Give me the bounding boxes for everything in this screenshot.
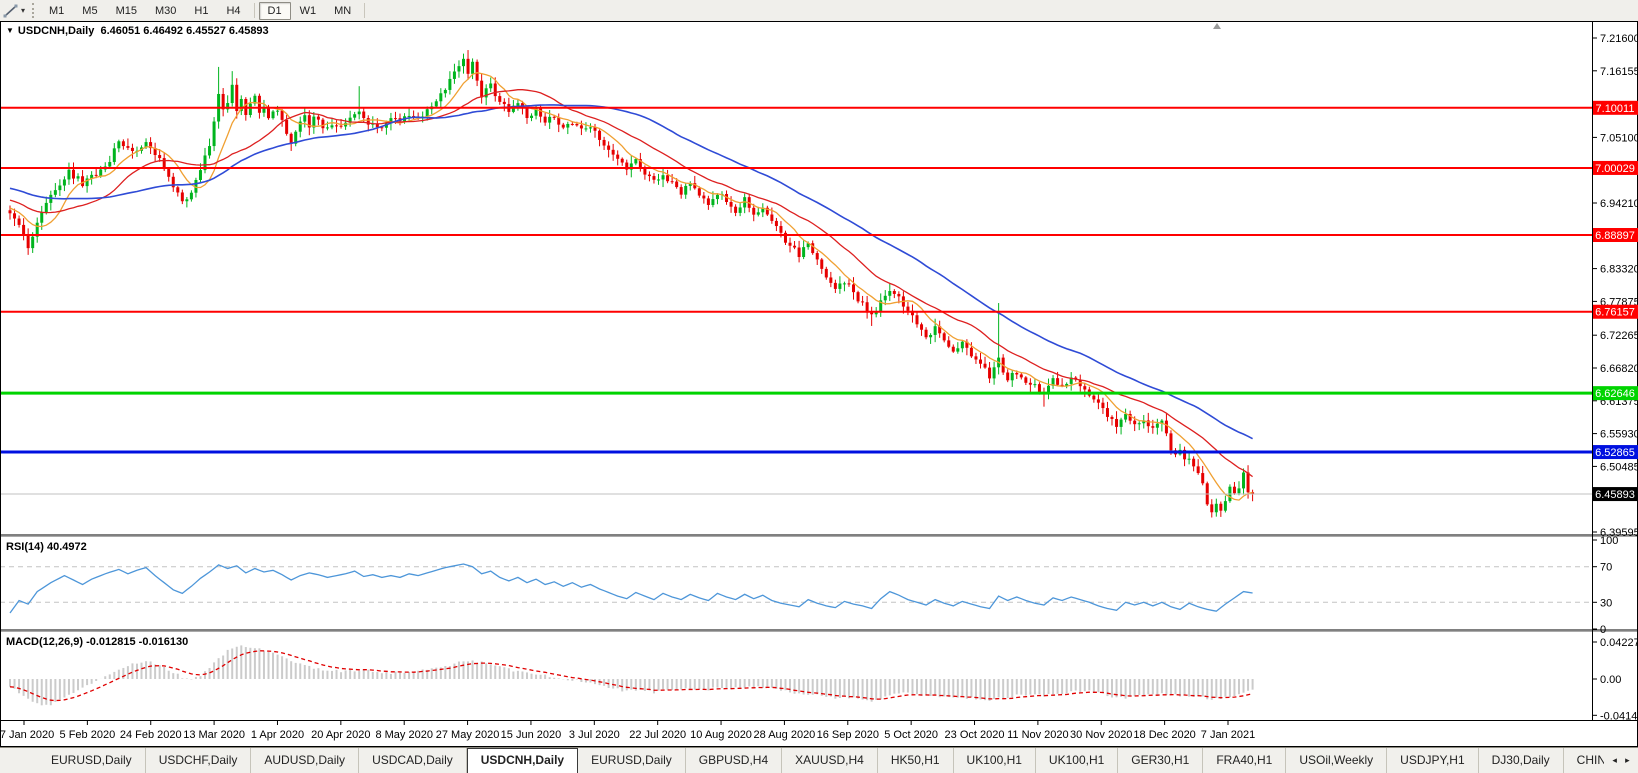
svg-text:6.66820: 6.66820 (1600, 363, 1638, 375)
timeframe-button-w1[interactable]: W1 (291, 2, 326, 20)
tab-usdjpy-h1[interactable]: USDJPY,H1 (1387, 748, 1479, 773)
svg-text:15 Jun 2020: 15 Jun 2020 (501, 729, 562, 741)
tab-usdcad-daily[interactable]: USDCAD,Daily (359, 748, 467, 773)
timeframe-button-m1[interactable]: M1 (40, 2, 73, 20)
svg-text:13 Mar 2020: 13 Mar 2020 (183, 729, 245, 741)
line-tool-icon[interactable] (2, 3, 20, 19)
tab-uk100-h1-2[interactable]: UK100,H1 (1036, 748, 1119, 773)
timeframe-button-h4[interactable]: H4 (217, 2, 249, 20)
toolbar-grip (32, 3, 35, 18)
svg-text:5 Oct 2020: 5 Oct 2020 (884, 729, 938, 741)
svg-text:11 Nov 2020: 11 Nov 2020 (1007, 729, 1069, 741)
tool-dropdown-caret-icon[interactable]: ▾ (21, 6, 25, 15)
trading-terminal: ▾ M1 M5 M15 M30 H1 H4 D1 W1 MN 7.21600 7.… (0, 0, 1638, 773)
symbol-tab-bar: EURUSD,Daily USDCHF,Daily AUDUSD,Daily U… (0, 747, 1638, 773)
svg-text:7.10011: 7.10011 (1596, 103, 1635, 115)
svg-text:6.94210: 6.94210 (1600, 198, 1638, 210)
tab-fra40-h1[interactable]: FRA40,H1 (1203, 748, 1287, 773)
svg-text:0: 0 (1600, 624, 1606, 636)
tab-hk50-h1[interactable]: HK50,H1 (878, 748, 954, 773)
rsi-indicator-label: RSI(14) 40.4972 (6, 541, 87, 553)
chart-canvas[interactable]: 7.216007.161557.051006.942106.833206.778… (0, 21, 1638, 747)
timeframe-button-m5[interactable]: M5 (73, 2, 106, 20)
svg-text:70: 70 (1600, 562, 1612, 574)
tab-scroll-controls: ◂ ▸ (1604, 747, 1638, 773)
svg-text:30 Nov 2020: 30 Nov 2020 (1070, 729, 1132, 741)
timeframe-button-m15[interactable]: M15 (107, 2, 146, 20)
chart-title: ▼ USDCNH,Daily 6.46051 6.46492 6.45527 6.… (6, 25, 269, 37)
tab-scroll-left-icon[interactable]: ◂ (1612, 755, 1617, 766)
svg-text:6.88897: 6.88897 (1595, 230, 1635, 242)
tab-ger30-h1[interactable]: GER30,H1 (1118, 748, 1204, 773)
tab-eurusd-daily-2[interactable]: EURUSD,Daily (578, 748, 686, 773)
chart-collapse-icon[interactable]: ▼ (6, 26, 14, 35)
svg-text:8 May 2020: 8 May 2020 (375, 729, 432, 741)
svg-text:7.05100: 7.05100 (1600, 132, 1638, 144)
svg-text:6.50485: 6.50485 (1600, 461, 1638, 473)
toolbar-separator (253, 3, 255, 18)
svg-text:24 Feb 2020: 24 Feb 2020 (120, 729, 182, 741)
tab-scroll-right-icon[interactable]: ▸ (1625, 755, 1630, 766)
svg-text:6.76157: 6.76157 (1595, 307, 1635, 319)
timeframe-toolbar: ▾ M1 M5 M15 M30 H1 H4 D1 W1 MN (0, 0, 1638, 22)
svg-text:6.52865: 6.52865 (1595, 447, 1635, 459)
tab-dj30-daily[interactable]: DJ30,Daily (1479, 748, 1564, 773)
svg-text:6.72265: 6.72265 (1600, 330, 1638, 342)
svg-text:16 Sep 2020: 16 Sep 2020 (817, 729, 879, 741)
tab-usoil-weekly[interactable]: USOil,Weekly (1286, 748, 1388, 773)
chart-window: 7.21600 7.16155 7.05100 6.94210 6.83320 6.778… (0, 21, 1638, 747)
chart-symbol-period: USDCNH,Daily (17, 25, 95, 37)
svg-text:7.21600: 7.21600 (1600, 33, 1638, 45)
svg-text:28 Aug 2020: 28 Aug 2020 (754, 729, 816, 741)
svg-text:0.00: 0.00 (1600, 674, 1621, 686)
tab-uk100-h1[interactable]: UK100,H1 (954, 748, 1036, 773)
timeframe-button-h1[interactable]: H1 (185, 2, 217, 20)
svg-text:27 May 2020: 27 May 2020 (436, 729, 500, 741)
svg-text:18 Dec 2020: 18 Dec 2020 (1133, 729, 1195, 741)
toolbar-separator (364, 3, 366, 18)
svg-text:10 Aug 2020: 10 Aug 2020 (690, 729, 752, 741)
macd-indicator-label: MACD(12,26,9) -0.012815 -0.016130 (6, 636, 189, 648)
timeframe-button-m30[interactable]: M30 (146, 2, 185, 20)
tab-xauusd-h4[interactable]: XAUUSD,H4 (782, 748, 878, 773)
svg-text:7 Jan 2021: 7 Jan 2021 (1201, 729, 1255, 741)
svg-text:22 Jul 2020: 22 Jul 2020 (629, 729, 686, 741)
svg-text:7.16155: 7.16155 (1600, 66, 1638, 78)
svg-text:-0.04148: -0.04148 (1600, 710, 1638, 722)
tab-usdcnh-daily[interactable]: USDCNH,Daily (466, 748, 579, 773)
tab-eurusd-daily[interactable]: EURUSD,Daily (38, 748, 146, 773)
tab-gbpusd-h4[interactable]: GBPUSD,H4 (686, 748, 783, 773)
svg-text:23 Oct 2020: 23 Oct 2020 (945, 729, 1005, 741)
svg-text:17 Jan 2020: 17 Jan 2020 (0, 729, 54, 741)
svg-text:6.45893: 6.45893 (1595, 489, 1635, 501)
svg-text:5 Feb 2020: 5 Feb 2020 (60, 729, 116, 741)
svg-text:3 Jul 2020: 3 Jul 2020 (569, 729, 620, 741)
svg-text:6.83320: 6.83320 (1600, 264, 1638, 276)
svg-text:20 Apr 2020: 20 Apr 2020 (311, 729, 370, 741)
svg-text:1 Apr 2020: 1 Apr 2020 (251, 729, 304, 741)
svg-text:6.62646: 6.62646 (1595, 388, 1635, 400)
chart-ohlc-values: 6.46051 6.46492 6.45527 6.45893 (100, 25, 269, 37)
svg-text:30: 30 (1600, 597, 1612, 609)
svg-text:7.00029: 7.00029 (1595, 163, 1635, 175)
tab-audusd-daily[interactable]: AUDUSD,Daily (251, 748, 360, 773)
timeframe-button-d1[interactable]: D1 (258, 1, 291, 20)
timeframe-button-mn[interactable]: MN (325, 2, 360, 20)
svg-text:0.042275: 0.042275 (1600, 637, 1638, 649)
tab-usdchf-daily[interactable]: USDCHF,Daily (146, 748, 252, 773)
svg-text:100: 100 (1600, 535, 1618, 547)
svg-text:6.55930: 6.55930 (1600, 429, 1638, 441)
